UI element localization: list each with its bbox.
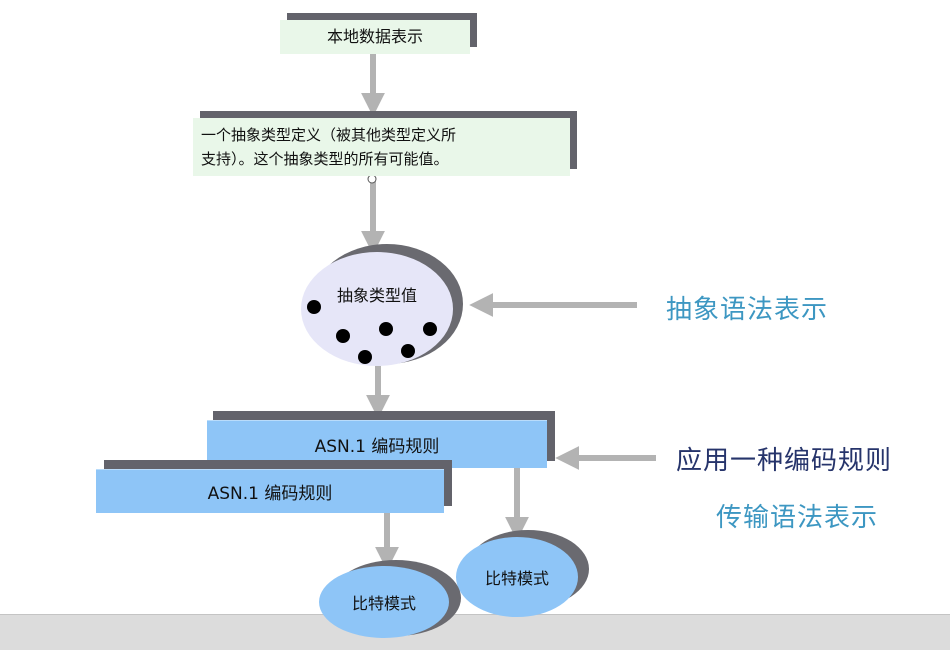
value-dot (358, 350, 372, 364)
value-dot (379, 322, 393, 336)
local-data-label: 本地数据表示 (326, 27, 423, 46)
encoding-rule-label-2: ASN.1 编码规则 (207, 484, 333, 504)
transfer-syntax-label: 传输语法表示 (716, 503, 879, 533)
abstract-values-ellipse: 抽象类型值 (301, 252, 453, 366)
local-data-box: 本地数据表示 (280, 20, 470, 54)
abstract-type-box: 一个抽象类型定义（被其他类型定义所 支持）。这个抽象类型的所有可能值。 (193, 118, 570, 176)
value-dot (423, 322, 437, 336)
abstract-type-line-1: 一个抽象类型定义（被其他类型定义所 (201, 126, 457, 144)
encoding-rule-label-1: ASN.1 编码规则 (314, 437, 440, 457)
bit-pattern-ellipse-1: 比特模式 (319, 566, 449, 638)
value-dot (401, 344, 415, 358)
value-dot (307, 300, 321, 314)
bit-pattern-label-2: 比特模式 (484, 569, 549, 588)
bit-pattern-ellipse-2: 比特模式 (456, 537, 578, 617)
value-dot (336, 329, 350, 343)
apply-encoding-label: 应用一种编码规则 (676, 446, 893, 476)
abstract-values-label: 抽象类型值 (336, 286, 417, 305)
abstract-syntax-label: 抽象语法表示 (666, 295, 829, 325)
encoding-rule-box-2: ASN.1 编码规则 (96, 469, 444, 513)
connector-dot (367, 174, 377, 184)
bit-pattern-label-1: 比特模式 (351, 594, 416, 613)
abstract-type-line-2: 支持）。这个抽象类型的所有可能值。 (201, 150, 449, 168)
